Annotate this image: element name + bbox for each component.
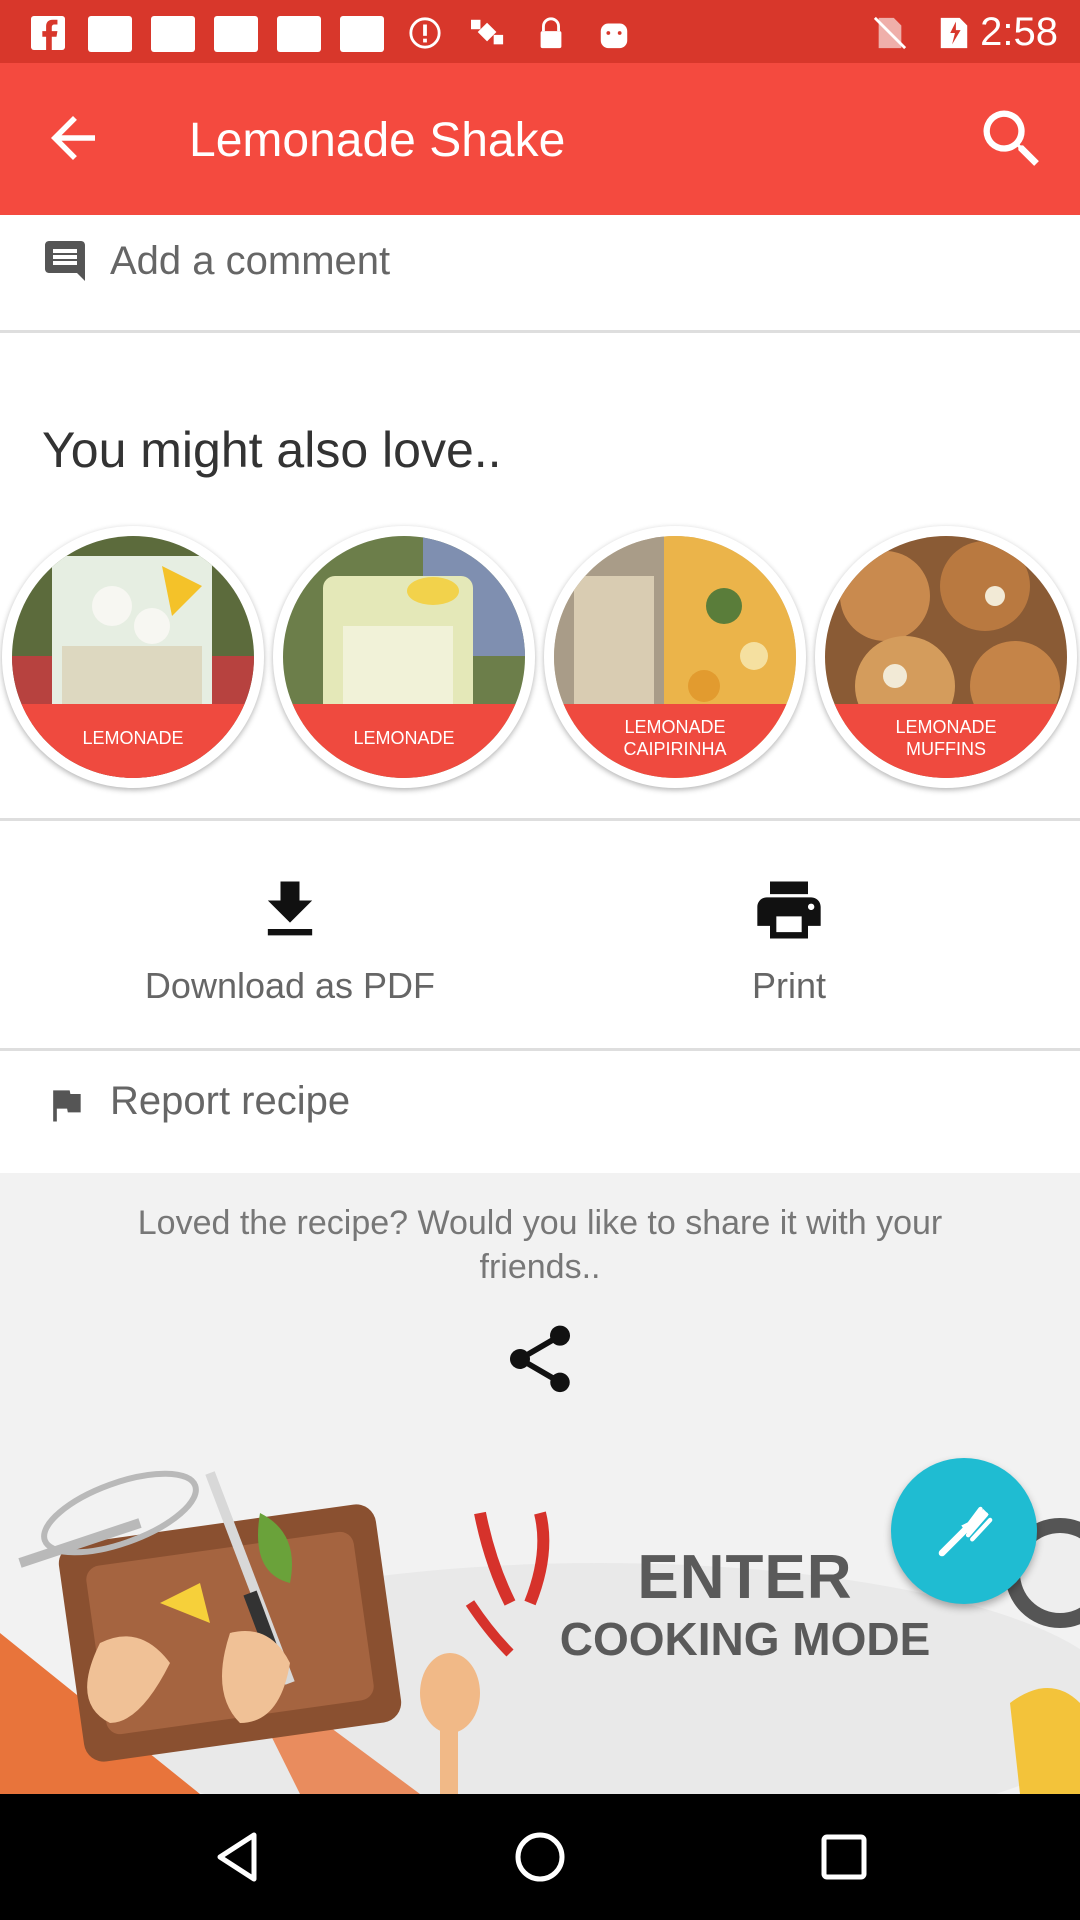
recommendation-item[interactable]: LEMONADE MUFFINS: [815, 526, 1077, 788]
divider: [0, 818, 1080, 821]
download-icon: [267, 881, 313, 936]
recommendation-label: LEMONADE: [82, 728, 184, 748]
no-sim-icon: [873, 16, 907, 50]
recommendation-label: LEMONADE: [353, 728, 455, 748]
add-comment-row[interactable]: Add a comment: [0, 215, 1080, 331]
print-button[interactable]: Print: [569, 860, 1009, 1030]
divider: [0, 1048, 1080, 1051]
download-pdf-label: Download as PDF: [144, 965, 436, 1006]
navigation-bar: [0, 1794, 1080, 1920]
flag-icon: [53, 1090, 81, 1122]
notification-icon: [88, 16, 132, 52]
notification-icon: [214, 16, 258, 52]
report-recipe-row[interactable]: Report recipe: [0, 1053, 1080, 1173]
download-pdf-button[interactable]: Download as PDF: [70, 860, 510, 1030]
nav-back-icon[interactable]: [210, 1829, 266, 1885]
satellite-icon: [471, 19, 504, 45]
recommendation-item[interactable]: LEMONADE CAIPIRINHA: [544, 526, 806, 788]
page-title: Lemonade Shake: [189, 114, 566, 167]
print-label: Print: [751, 965, 827, 1006]
fork-icon: [938, 1506, 993, 1557]
report-recipe-label: Report recipe: [110, 1079, 351, 1123]
lock-icon: [540, 17, 562, 49]
search-icon[interactable]: [974, 101, 1050, 177]
share-prompt: Loved the recipe? Would you like to shar…: [137, 1204, 943, 1286]
notification-icon: [151, 16, 195, 52]
facebook-icon: [31, 16, 65, 50]
nav-home-icon[interactable]: [512, 1829, 568, 1885]
divider: [0, 330, 1080, 333]
app-bar: Lemonade Shake: [0, 63, 1080, 215]
alert-icon: [409, 17, 441, 49]
recommendations-title: You might also love..: [42, 422, 502, 478]
add-comment-label: Add a comment: [110, 239, 391, 283]
share-icon[interactable]: [500, 1317, 580, 1401]
print-icon: [757, 881, 821, 939]
android-icon: [600, 23, 628, 49]
recommendation-item[interactable]: LEMONADE: [2, 526, 264, 788]
status-bar: 2:58: [0, 0, 1080, 63]
comment-icon: [45, 241, 85, 281]
recommendation-label: LEMONADE CAIPIRINHA: [623, 717, 727, 759]
signal-icon: [940, 17, 968, 49]
cooking-mode-fab[interactable]: [891, 1458, 1037, 1604]
notification-icon: [340, 16, 384, 52]
clock: 2:58: [980, 10, 1058, 54]
arrow-back-icon[interactable]: [40, 105, 106, 171]
cooking-mode-title: ENTER: [637, 1543, 853, 1612]
recommendation-label: LEMONADE MUFFINS: [895, 717, 997, 759]
notification-icon: [277, 16, 321, 52]
recommendation-item[interactable]: LEMONADE: [273, 526, 535, 788]
nav-recents-icon[interactable]: [816, 1829, 872, 1885]
cooking-mode-subtitle: COOKING MODE: [559, 1613, 931, 1665]
